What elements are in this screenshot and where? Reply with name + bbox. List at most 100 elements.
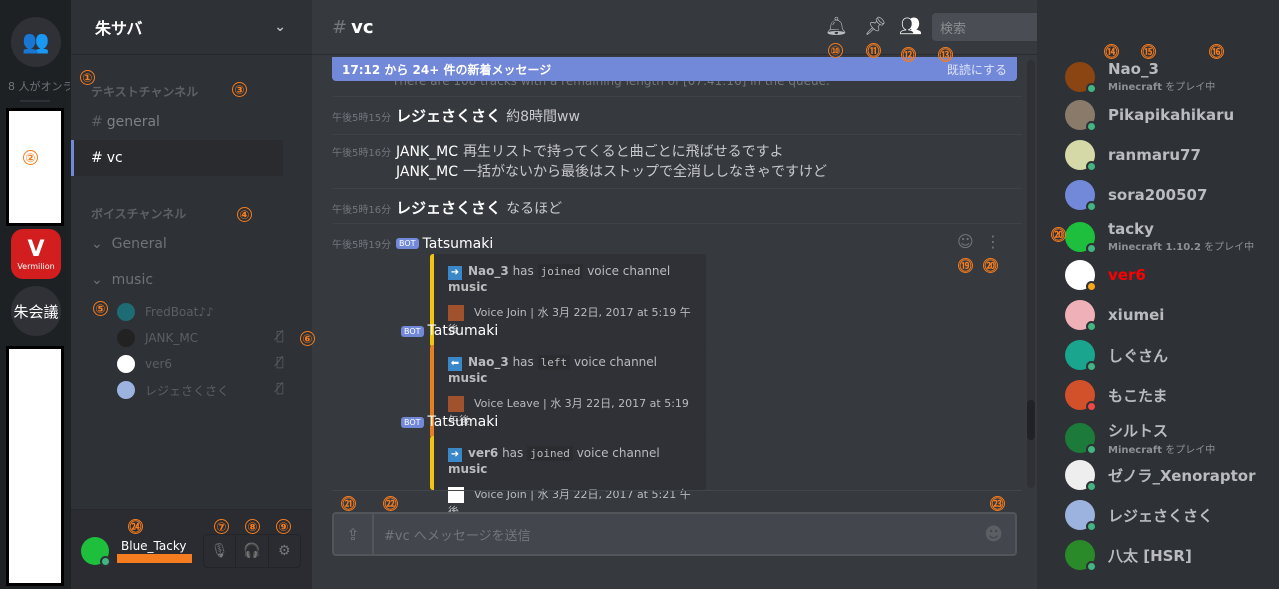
- embed-channel: music: [448, 371, 488, 385]
- avatar: [1065, 540, 1097, 572]
- annotation-marker: ⑩: [828, 43, 843, 58]
- mic-button[interactable]: 🎙: [204, 535, 237, 567]
- channel-label: General: [111, 236, 167, 252]
- avatar: [117, 303, 135, 321]
- voice-user[interactable]: ver6: [117, 355, 297, 373]
- member-item[interactable]: シルトス Minecraft をプレイ中: [1065, 420, 1275, 456]
- member-list: Nao_3 Minecraft をプレイ中 Pikapikahikaru ranmar…: [1037, 0, 1279, 589]
- author[interactable]: レジェさくさく: [396, 199, 501, 217]
- member-item[interactable]: Nao_3 Minecraft をプレイ中: [1065, 60, 1275, 94]
- muted-mic-icon: 🎙̸: [276, 329, 284, 344]
- member-item[interactable]: 八太 [HSR]: [1065, 540, 1275, 572]
- members-icon[interactable]: 👥︎: [899, 16, 922, 37]
- channel-title: vc: [351, 16, 374, 38]
- member-item[interactable]: しぐさん: [1065, 340, 1275, 372]
- voice-channel-general[interactable]: ⌄ General: [91, 236, 167, 252]
- status-online: [1086, 82, 1097, 94]
- member-item[interactable]: tacky Minecraft 1.10.2 をプレイ中: [1065, 220, 1275, 254]
- author[interactable]: JANK_MC: [396, 164, 458, 180]
- avatar: [1065, 460, 1097, 492]
- server-icon-redacted[interactable]: [6, 108, 64, 226]
- voice-category[interactable]: ボイスチャンネル: [91, 205, 186, 222]
- more-options-icon[interactable]: ⋮: [985, 232, 1001, 251]
- member-item[interactable]: もこたま: [1065, 380, 1275, 412]
- member-item[interactable]: レジェさくさく: [1065, 500, 1275, 532]
- member-item[interactable]: xiumei: [1065, 300, 1275, 332]
- voice-user[interactable]: レジェさくさく: [117, 381, 297, 399]
- avatar: [448, 396, 464, 412]
- upload-button[interactable]: ⇪: [334, 514, 374, 554]
- headphones-button[interactable]: 🎧: [236, 535, 269, 567]
- member-name: ranmaru77: [1108, 146, 1201, 164]
- message-text: 約8時間ww: [506, 109, 580, 125]
- author[interactable]: Tatsumaki: [428, 323, 499, 339]
- member-item[interactable]: sora200507: [1065, 180, 1275, 212]
- annotation-marker: ⑬: [938, 47, 953, 62]
- arrow-right-icon: ➜: [448, 448, 462, 462]
- message-input-box[interactable]: ⇪ #vc へメッセージを送信 ☻: [332, 512, 1017, 556]
- annotation-marker: ③: [232, 82, 247, 97]
- server-meeting[interactable]: 朱会議: [11, 286, 61, 336]
- bot-badge: BOT: [401, 416, 424, 428]
- settings-gear-button[interactable]: ⚙: [269, 535, 300, 567]
- channel-vc[interactable]: # vc: [71, 140, 283, 176]
- embed-user: ver6: [468, 446, 499, 460]
- search-placeholder: 検索: [940, 22, 967, 37]
- server-list: 👥 8 人がオンライン VVermilion 朱会議: [0, 0, 71, 589]
- embed: ➜ ver6 has joined voice channel music Voic…: [430, 436, 706, 518]
- member-item[interactable]: ver6: [1065, 260, 1275, 292]
- bot-author-line: BOT Tatsumaki: [401, 414, 498, 430]
- member-item[interactable]: ranmaru77: [1065, 140, 1275, 172]
- mark-read-button[interactable]: 既読にする: [947, 61, 1007, 78]
- author[interactable]: レジェさくさく: [396, 107, 501, 125]
- redacted-tag: [117, 554, 192, 563]
- scrollbar-thumb[interactable]: [1027, 400, 1035, 440]
- muted-mic-icon: 🎙̸: [276, 355, 284, 370]
- bot-badge: BOT: [401, 325, 424, 337]
- author[interactable]: JANK_MC: [396, 144, 458, 160]
- status-idle: [1086, 281, 1097, 292]
- channel-label: music: [111, 272, 154, 288]
- arrow-right-icon: ➜: [448, 266, 462, 280]
- emoji-icon[interactable]: ☻: [984, 524, 1003, 545]
- guild-header[interactable]: 朱サバ ⌄: [71, 0, 312, 55]
- voice-user-name: FredBoat♪♪: [145, 305, 214, 319]
- status-online: [1086, 201, 1097, 212]
- annotation-marker: ⑧: [245, 519, 260, 534]
- text-category[interactable]: テキストチャンネル: [91, 83, 198, 100]
- message-text: なるほど: [506, 201, 563, 217]
- author[interactable]: Tatsumaki: [428, 414, 499, 430]
- voice-channel-music[interactable]: ⌄ music: [91, 272, 153, 288]
- username: Blue_Tacky: [121, 539, 187, 553]
- message: 午後5時15分 レジェさくさく 約8時間ww: [332, 96, 1022, 132]
- channel-general[interactable]: # general: [71, 104, 283, 140]
- add-reaction-icon[interactable]: ☺: [957, 232, 974, 251]
- message-input[interactable]: #vc へメッセージを送信: [384, 525, 984, 544]
- friends-button[interactable]: 👥: [11, 17, 61, 67]
- status-dnd: [1086, 401, 1097, 412]
- arrow-left-icon: ⬅: [448, 357, 462, 371]
- author[interactable]: Tatsumaki: [423, 236, 494, 252]
- avatar: [117, 355, 135, 373]
- member-name: Nao_3: [1108, 60, 1159, 78]
- status-online: [1086, 321, 1097, 332]
- status-online: [1086, 521, 1097, 532]
- avatar: [1065, 423, 1097, 455]
- channel-header: # vc: [312, 0, 1037, 55]
- member-activity: Minecraft 1.10.2 をプレイ中: [1108, 238, 1254, 253]
- channel-label: general: [106, 114, 160, 130]
- pin-icon[interactable]: 📌︎: [864, 16, 887, 37]
- member-item[interactable]: ゼノラ_Xenoraptor: [1065, 460, 1275, 492]
- member-item[interactable]: Pikapikahikaru: [1065, 100, 1275, 132]
- voice-user-name: ver6: [145, 357, 173, 371]
- chevron-down-icon: ⌄: [274, 19, 286, 35]
- voice-user[interactable]: FredBoat♪♪: [117, 303, 297, 321]
- voice-user[interactable]: JANK_MC: [117, 329, 297, 347]
- annotation-marker: ⑳: [983, 258, 998, 273]
- server-icon-redacted[interactable]: [6, 346, 64, 586]
- game-name: Minecraft: [1108, 82, 1163, 93]
- server-vermilion[interactable]: V Vermilion: [11, 229, 61, 279]
- bell-icon[interactable]: 🔔︎: [825, 16, 848, 37]
- scrollbar-track[interactable]: [1027, 60, 1035, 488]
- avatar: [1065, 380, 1097, 412]
